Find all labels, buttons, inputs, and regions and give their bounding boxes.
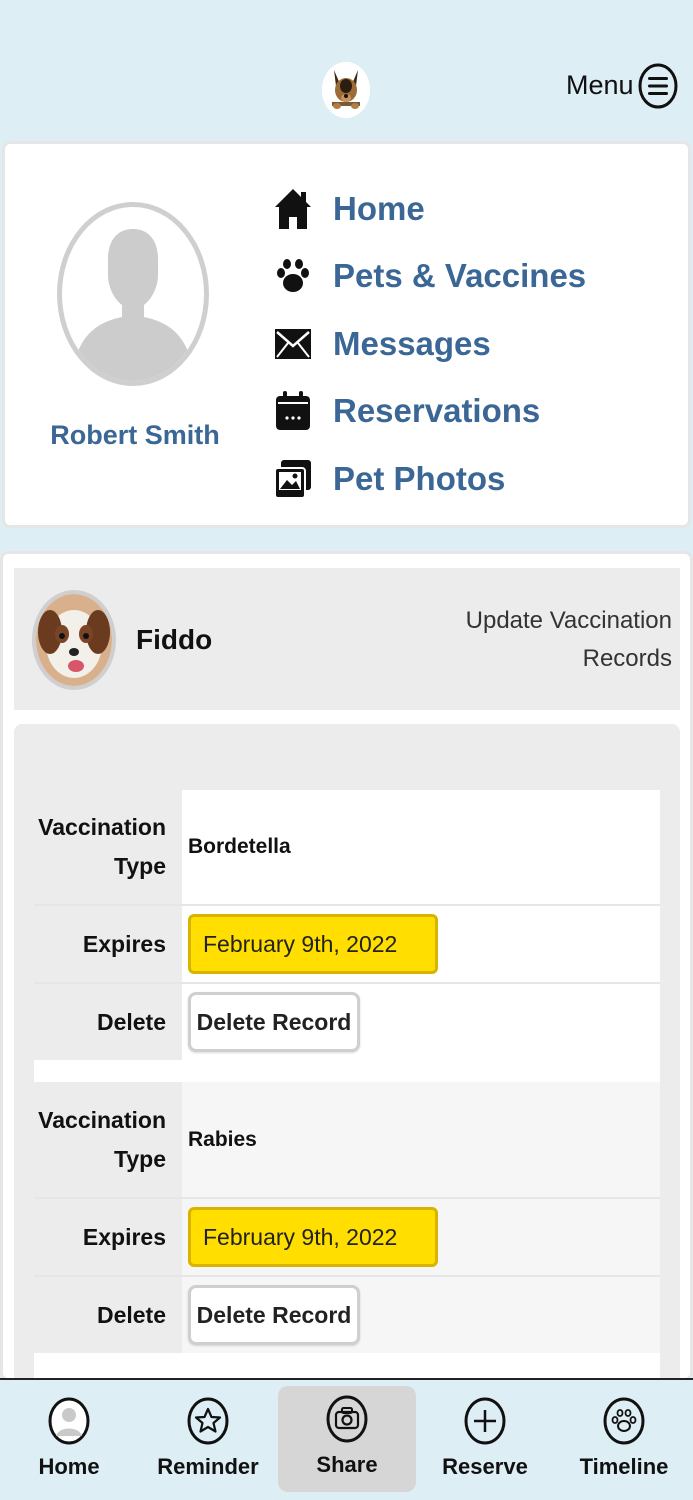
record-2-delete-row: Delete Delete Record [34, 1277, 660, 1353]
paw-circle-icon [603, 1397, 645, 1445]
nav-reservations[interactable]: Reservations [271, 386, 540, 436]
person-silhouette-icon [76, 229, 190, 381]
tab-share-label: Share [316, 1452, 378, 1477]
nav-pets-vaccines-label: Pets & Vaccines [333, 257, 587, 294]
record-1-expires-row: Expires February 9th, 2022 [34, 906, 660, 982]
vaccination-type-label-line2: Type [114, 1145, 166, 1172]
paw-icon [271, 253, 315, 299]
pet-name: Fiddo [136, 624, 213, 655]
record-gap [34, 1060, 660, 1082]
expires-label: Expires [82, 930, 166, 957]
record-2-type-row: Vaccination Type Rabies [34, 1082, 660, 1197]
vaccination-type-label: Vaccination Type [34, 1082, 182, 1197]
tab-home-label: Home [38, 1454, 100, 1479]
vaccination-type-label-line2: Type [114, 853, 166, 879]
expires-cell: February 9th, 2022 [182, 1199, 660, 1275]
nav-messages[interactable]: Messages [271, 319, 491, 369]
home-icon [271, 186, 315, 232]
expires-label: Expires [82, 1223, 166, 1250]
record-2-expires-row: Expires February 9th, 2022 [34, 1199, 660, 1275]
delete-label: Delete [96, 1008, 166, 1035]
bottom-tab-bar: Home Reminder Share Reserve Timeline [0, 1378, 693, 1500]
dog-logo[interactable] [322, 62, 370, 118]
vaccination-type-label: Vaccination Type [34, 790, 182, 904]
envelope-icon [271, 321, 315, 367]
tab-home[interactable]: Home [0, 1380, 138, 1500]
expires-date-field[interactable]: February 9th, 2022 [188, 914, 438, 974]
tab-reminder[interactable]: Reminder [139, 1380, 277, 1500]
tab-reminder-label: Reminder [157, 1454, 259, 1479]
delete-cell: Delete Record [182, 984, 660, 1060]
profile-avatar [57, 202, 209, 386]
tab-reserve-label: Reserve [442, 1454, 528, 1479]
calendar-icon [271, 388, 315, 434]
delete-cell: Delete Record [182, 1277, 660, 1353]
photos-icon [271, 456, 315, 502]
user-avatar-icon [48, 1397, 90, 1445]
pet-header: Fiddo Update Vaccination Records [14, 568, 680, 710]
pet-photo[interactable] [32, 590, 116, 690]
vaccination-records: Vaccination Type Bordetella Expires Febr… [14, 724, 680, 1384]
delete-label: Delete [96, 1301, 166, 1328]
nav-reservations-label: Reservations [333, 392, 541, 429]
nav-pets-vaccines[interactable]: Pets & Vaccines [271, 251, 586, 301]
record-1-type-row: Vaccination Type Bordetella [34, 790, 660, 904]
menu-label[interactable]: Menu [566, 70, 634, 101]
top-bar: Menu [0, 0, 693, 137]
delete-record-button[interactable]: Delete Record [188, 1285, 360, 1345]
nav-messages-label: Messages [333, 325, 491, 362]
nav-home[interactable]: Home [271, 184, 425, 234]
menu-icon[interactable] [637, 62, 679, 110]
nav-home-label: Home [333, 190, 425, 227]
update-vaccination-link[interactable]: Update Vaccination Records [432, 602, 672, 678]
tab-share[interactable]: Share [278, 1386, 416, 1492]
tab-reserve[interactable]: Reserve [416, 1380, 554, 1500]
vaccination-type-value: Rabies [182, 1082, 660, 1197]
expires-cell: February 9th, 2022 [182, 906, 660, 982]
delete-record-button[interactable]: Delete Record [188, 992, 360, 1052]
pet-section: Fiddo Update Vaccination Records Vaccina… [0, 551, 693, 1384]
vaccination-type-label-line1: Vaccination [38, 1106, 166, 1133]
star-icon [187, 1397, 229, 1445]
vaccination-type-label-line1: Vaccination [38, 814, 166, 840]
vaccination-type-value: Bordetella [182, 790, 660, 904]
camera-icon [326, 1395, 368, 1443]
nav-pet-photos-label: Pet Photos [333, 460, 506, 497]
tab-timeline[interactable]: Timeline [555, 1380, 693, 1500]
expires-date-field[interactable]: February 9th, 2022 [188, 1207, 438, 1267]
tab-timeline-label: Timeline [579, 1454, 669, 1479]
dog-face-icon [36, 594, 112, 686]
record-1-delete-row: Delete Delete Record [34, 984, 660, 1060]
nav-pet-photos[interactable]: Pet Photos [271, 454, 505, 504]
user-name[interactable]: Robert Smith [5, 420, 265, 451]
plus-circle-icon [464, 1397, 506, 1445]
profile-card: Robert Smith Home Pets & Vaccines Messag… [2, 141, 691, 528]
dog-logo-icon [322, 62, 370, 118]
